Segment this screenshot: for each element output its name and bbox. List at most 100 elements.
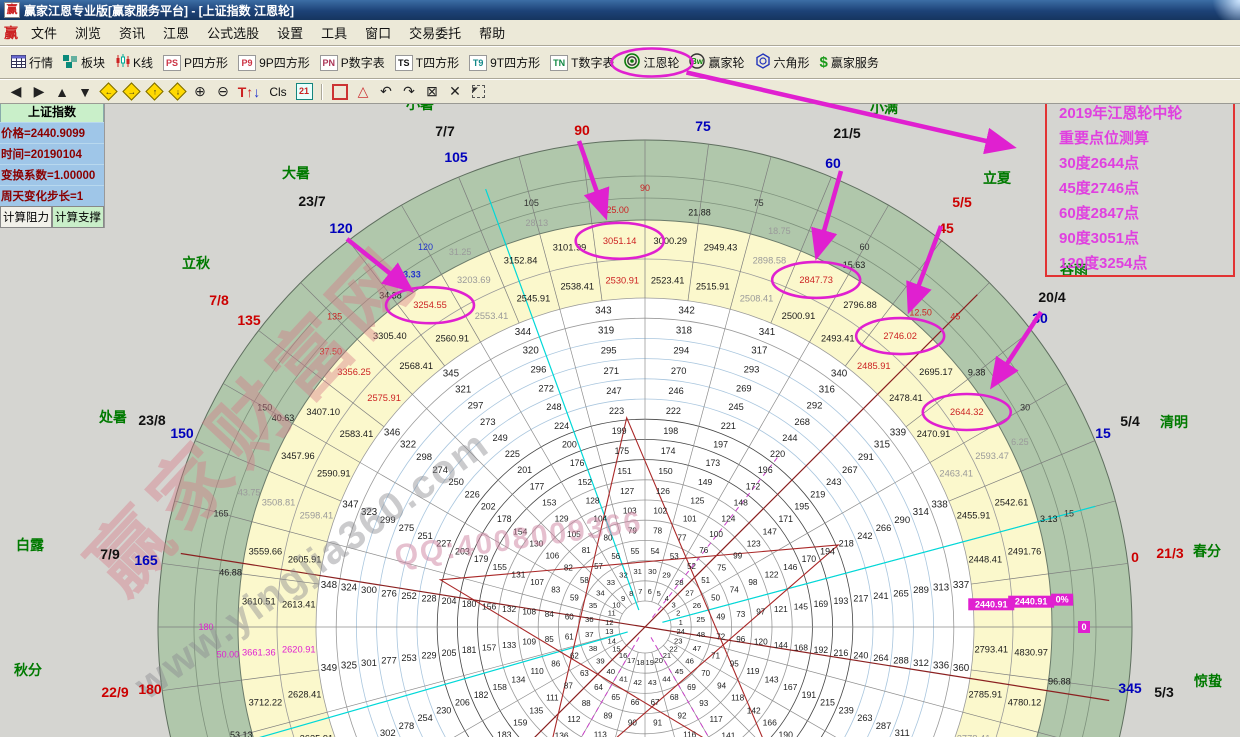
menu-item-窗口[interactable]: 窗口 xyxy=(356,23,400,42)
spiral-number: 152 xyxy=(578,477,593,487)
spiral-number: 341 xyxy=(759,327,775,338)
spiral-number: 6 xyxy=(648,587,652,596)
spiral-number: 95 xyxy=(730,659,739,668)
price-ring-value: 2695.17 xyxy=(919,367,953,377)
tool-rotate-ccw[interactable]: ↶ xyxy=(376,83,396,101)
spiral-number: 191 xyxy=(802,690,817,700)
toolbar-item-label: 行情 xyxy=(29,54,53,71)
spiral-number: 325 xyxy=(341,660,357,671)
info-row: 时间=20190104 xyxy=(0,143,104,164)
spiral-number: 1 xyxy=(679,618,683,627)
tool-rotate-cw[interactable]: ↷ xyxy=(399,83,419,101)
toolbar-item-quotes[interactable]: 行情 xyxy=(6,52,58,73)
tool-zoom-in[interactable]: ⊕ xyxy=(190,83,210,101)
tool-nav-left[interactable]: ◀ xyxy=(6,83,26,101)
toolbar-item-winner-wheel[interactable]: Bw赢家轮 xyxy=(684,51,749,74)
spiral-number: 315 xyxy=(874,440,890,451)
tool-cls-tool[interactable]: Cls xyxy=(265,83,291,101)
price-ring-value: 3508.81 xyxy=(262,498,296,508)
price-ring-value: 2613.41 xyxy=(282,599,316,609)
toolbar-item-kline[interactable]: K线 xyxy=(110,52,158,73)
spiral-number: 168 xyxy=(794,643,809,653)
tool-triangle-tool[interactable]: △ xyxy=(353,83,373,101)
menu-item-设置[interactable]: 设置 xyxy=(268,23,312,42)
menu-item-江恩[interactable]: 江恩 xyxy=(154,23,198,42)
spiral-number: 78 xyxy=(653,527,662,536)
tool-step-left[interactable]: ← xyxy=(98,83,118,101)
spiral-number: 344 xyxy=(515,327,532,338)
tool-nav-right[interactable]: ▶ xyxy=(29,83,49,101)
toolbar-item-t-table[interactable]: TNT数字表 xyxy=(545,52,619,73)
tool-square-tool[interactable] xyxy=(330,83,350,101)
spiral-number: 316 xyxy=(819,385,835,396)
toolbar-item-label: K线 xyxy=(133,54,153,71)
menu-item-交易委托[interactable]: 交易委托 xyxy=(400,23,470,42)
tool-nav-up[interactable]: ▲ xyxy=(52,83,72,101)
spiral-number: 121 xyxy=(774,604,788,614)
menu-item-浏览[interactable]: 浏览 xyxy=(66,23,110,42)
tool-step-down[interactable]: ↓ xyxy=(167,83,187,101)
menu-item-工具[interactable]: 工具 xyxy=(312,23,356,42)
spiral-number: 194 xyxy=(820,546,835,556)
triangle-tool-icon: △ xyxy=(358,83,369,100)
toolbar-item-gann-wheel[interactable]: 江恩轮 xyxy=(619,51,684,74)
title-bar: 赢 赢家江恩专业版[赢家服务平台] - [上证指数 江恩轮] xyxy=(0,0,1240,20)
toolbar-item-t-square[interactable]: TST四方形 xyxy=(390,52,464,73)
percent-ring-value: 46.88 xyxy=(219,567,242,577)
tool-shrink-tool[interactable]: ✕ xyxy=(445,83,465,101)
toolbar-item-9p-square[interactable]: P99P四方形 xyxy=(233,52,315,73)
spiral-number: 250 xyxy=(449,477,464,487)
toolbar-item-label: 9T四方形 xyxy=(490,54,540,71)
tool-zoom-out[interactable]: ⊖ xyxy=(213,83,233,101)
toolbar-item-9t-square[interactable]: T99T四方形 xyxy=(464,52,545,73)
spiral-number: 25 xyxy=(696,615,705,624)
price-ring-value: 2898.58 xyxy=(753,256,787,266)
spiral-number: 195 xyxy=(794,502,809,512)
toolbar-item-winner-service[interactable]: $赢家服务 xyxy=(815,52,884,73)
toolbar-item-p-square[interactable]: PSP四方形 xyxy=(158,52,233,73)
tool-updown-tool[interactable]: T↑↓ xyxy=(236,83,262,101)
spiral-number: 320 xyxy=(523,346,539,357)
price-ring-value: 2635.91 xyxy=(300,734,334,737)
menu-item-资讯[interactable]: 资讯 xyxy=(110,23,154,42)
spiral-number: 274 xyxy=(432,465,448,475)
spiral-number: 90 xyxy=(628,718,637,727)
spiral-number: 294 xyxy=(673,345,690,356)
box-x-tool-icon: ⊠ xyxy=(426,83,438,100)
calc-resistance-button[interactable]: 计算阻力 xyxy=(0,206,52,228)
spiral-number: 66 xyxy=(631,698,640,707)
spiral-number: 201 xyxy=(517,465,532,475)
toolbar-item-sectors[interactable]: 板块 xyxy=(58,52,110,73)
percent-ring-value: 50.00 xyxy=(217,649,240,659)
spiral-number: 52 xyxy=(687,562,696,571)
highlighted-value: 0% xyxy=(1056,595,1069,605)
spiral-number: 124 xyxy=(721,513,735,523)
tool-calendar-tool[interactable]: 21 xyxy=(294,83,314,101)
percent-ring-value: 15.63 xyxy=(843,260,866,270)
tool-step-right[interactable]: → xyxy=(121,83,141,101)
spiral-number: 3 xyxy=(671,601,675,610)
window-title: 赢家江恩专业版[赢家服务平台] - [上证指数 江恩轮] xyxy=(24,2,294,19)
spiral-number: 346 xyxy=(384,427,401,438)
menu-item-公式选股[interactable]: 公式选股 xyxy=(198,23,268,42)
tool-nav-down[interactable]: ▼ xyxy=(75,83,95,101)
step-right-icon: → xyxy=(122,82,140,100)
selector-icon: ◤ xyxy=(472,85,485,98)
menu-item-帮助[interactable]: 帮助 xyxy=(470,23,514,42)
menu-item-文件[interactable]: 文件 xyxy=(22,23,66,42)
spiral-number: 254 xyxy=(417,713,432,723)
step-up-icon: ↑ xyxy=(145,82,163,100)
calc-support-button[interactable]: 计算支撑 xyxy=(52,206,104,228)
toolbar-item-p-table[interactable]: PNP数字表 xyxy=(315,52,390,73)
tool-step-up[interactable]: ↑ xyxy=(144,83,164,101)
spiral-number: 31 xyxy=(633,567,642,576)
spiral-number: 291 xyxy=(858,452,874,463)
tool-select-tool[interactable]: ◤ xyxy=(468,83,488,101)
spiral-number: 301 xyxy=(361,658,377,669)
spiral-number: 84 xyxy=(545,610,554,619)
toolbar-item-hexagon[interactable]: 六角形 xyxy=(750,51,815,74)
annotation-box: 2019年江恩轮中轮重要点位测算30度2644点45度2746点60度2847点… xyxy=(1045,89,1235,277)
spiral-number: 271 xyxy=(604,366,620,376)
spiral-number: 33 xyxy=(606,578,615,587)
tool-box-x-tool[interactable]: ⊠ xyxy=(422,83,442,101)
